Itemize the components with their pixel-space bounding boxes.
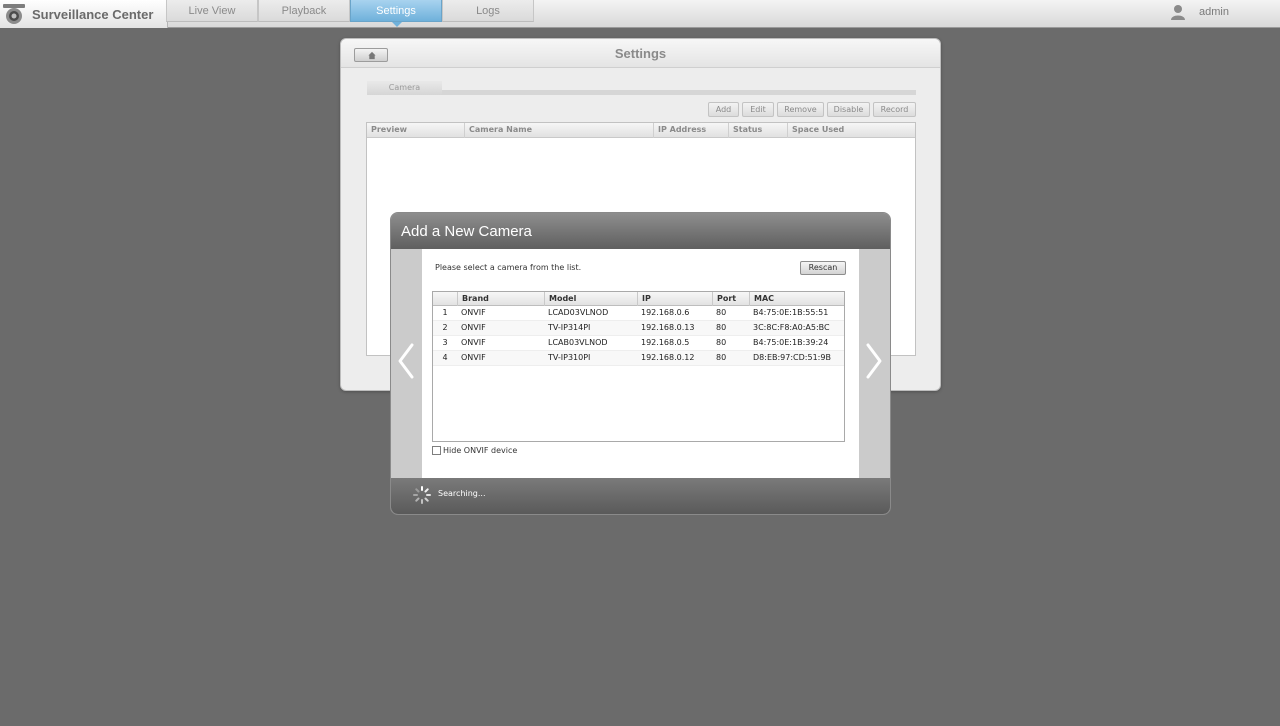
brand: Surveillance Center <box>0 0 168 28</box>
instruction-text: Please select a camera from the list. <box>435 263 582 272</box>
user-icon[interactable] <box>1170 4 1186 20</box>
port-cell: 80 <box>716 353 727 362</box>
column-brand[interactable]: Brand <box>457 292 544 306</box>
camera-table-header: Preview Camera Name IP Address Status Sp… <box>367 123 915 138</box>
device-row[interactable]: 1 ONVIF LCAD03VLNOD 192.168.0.6 80 B4:75… <box>433 306 844 321</box>
next-button[interactable] <box>859 249 890 478</box>
brand-cell: ONVIF <box>461 338 486 347</box>
column-model[interactable]: Model <box>544 292 637 306</box>
tab-settings[interactable]: Settings <box>350 0 442 27</box>
column-mac[interactable]: MAC <box>749 292 844 306</box>
tab-live-view[interactable]: Live View <box>166 0 258 22</box>
brand-cell: ONVIF <box>461 308 486 317</box>
subtab-divider <box>442 90 916 95</box>
ip-cell: 192.168.0.13 <box>641 323 695 332</box>
ip-cell: 192.168.0.6 <box>641 308 690 317</box>
record-button[interactable]: Record <box>873 102 916 117</box>
hide-onvif-checkbox[interactable] <box>432 446 441 455</box>
user-name[interactable]: admin <box>1199 6 1229 18</box>
column-ip-address[interactable]: IP Address <box>653 123 728 138</box>
model-cell: LCAB03VLNOD <box>548 338 608 347</box>
tab-camera[interactable]: Camera <box>367 81 442 95</box>
port-cell: 80 <box>716 308 727 317</box>
row-number: 2 <box>442 323 448 332</box>
dialog-header: Add a New Camera <box>391 213 890 249</box>
dialog-title: Add a New Camera <box>401 223 532 240</box>
dialog-footer: Searching... <box>391 478 890 514</box>
column-port[interactable]: Port <box>712 292 749 306</box>
tab-logs[interactable]: Logs <box>442 0 534 22</box>
column-status[interactable]: Status <box>728 123 787 138</box>
settings-header: Settings <box>341 39 940 68</box>
spinner-icon <box>413 486 431 504</box>
port-cell: 80 <box>716 338 727 347</box>
status-text: Searching... <box>438 489 486 498</box>
device-row[interactable]: 3 ONVIF LCAB03VLNOD 192.168.0.5 80 B4:75… <box>433 336 844 351</box>
mac-cell: B4:75:0E:1B:55:51 <box>753 308 829 317</box>
camera-icon <box>3 4 25 24</box>
ip-cell: 192.168.0.12 <box>641 353 695 362</box>
add-camera-dialog: Add a New Camera Please select a camera … <box>390 212 891 515</box>
prev-button[interactable] <box>391 249 422 478</box>
device-row[interactable]: 2 ONVIF TV-IP314PI 192.168.0.13 80 3C:8C… <box>433 321 844 336</box>
device-table-header: Brand Model IP Port MAC <box>433 292 844 306</box>
hide-onvif-label[interactable]: Hide ONVIF device <box>443 446 517 455</box>
device-table: Brand Model IP Port MAC 1 ONVIF LCAD03VL… <box>432 291 845 442</box>
ip-cell: 192.168.0.5 <box>641 338 690 347</box>
model-cell: TV-IP310PI <box>548 353 591 362</box>
settings-title: Settings <box>614 46 667 61</box>
app-title: Surveillance Center <box>32 7 154 22</box>
mac-cell: 3C:8C:F8:A0:A5:BC <box>753 323 830 332</box>
top-bar: Surveillance Center Live View Playback S… <box>0 0 1280 28</box>
dialog-body: Please select a camera from the list. Re… <box>422 249 859 478</box>
mac-cell: B4:75:0E:1B:39:24 <box>753 338 829 347</box>
chevron-left-icon <box>398 343 414 379</box>
model-cell: TV-IP314PI <box>548 323 591 332</box>
mac-cell: D8:EB:97:CD:51:9B <box>753 353 831 362</box>
tab-playback[interactable]: Playback <box>258 0 350 22</box>
remove-button[interactable]: Remove <box>777 102 824 117</box>
row-number: 4 <box>442 353 448 362</box>
port-cell: 80 <box>716 323 727 332</box>
model-cell: LCAD03VLNOD <box>548 308 609 317</box>
edit-button[interactable]: Edit <box>742 102 774 117</box>
column-preview[interactable]: Preview <box>367 123 464 138</box>
row-number: 3 <box>442 338 448 347</box>
column-ip[interactable]: IP <box>637 292 712 306</box>
rescan-button[interactable]: Rescan <box>800 261 846 275</box>
add-button[interactable]: Add <box>708 102 739 117</box>
column-camera-name[interactable]: Camera Name <box>464 123 653 138</box>
row-number: 1 <box>442 308 448 317</box>
disable-button[interactable]: Disable <box>827 102 870 117</box>
brand-cell: ONVIF <box>461 353 486 362</box>
device-row[interactable]: 4 ONVIF TV-IP310PI 192.168.0.12 80 D8:EB… <box>433 351 844 366</box>
column-space-used[interactable]: Space Used <box>787 123 915 138</box>
chevron-right-icon <box>866 343 882 379</box>
brand-cell: ONVIF <box>461 323 486 332</box>
